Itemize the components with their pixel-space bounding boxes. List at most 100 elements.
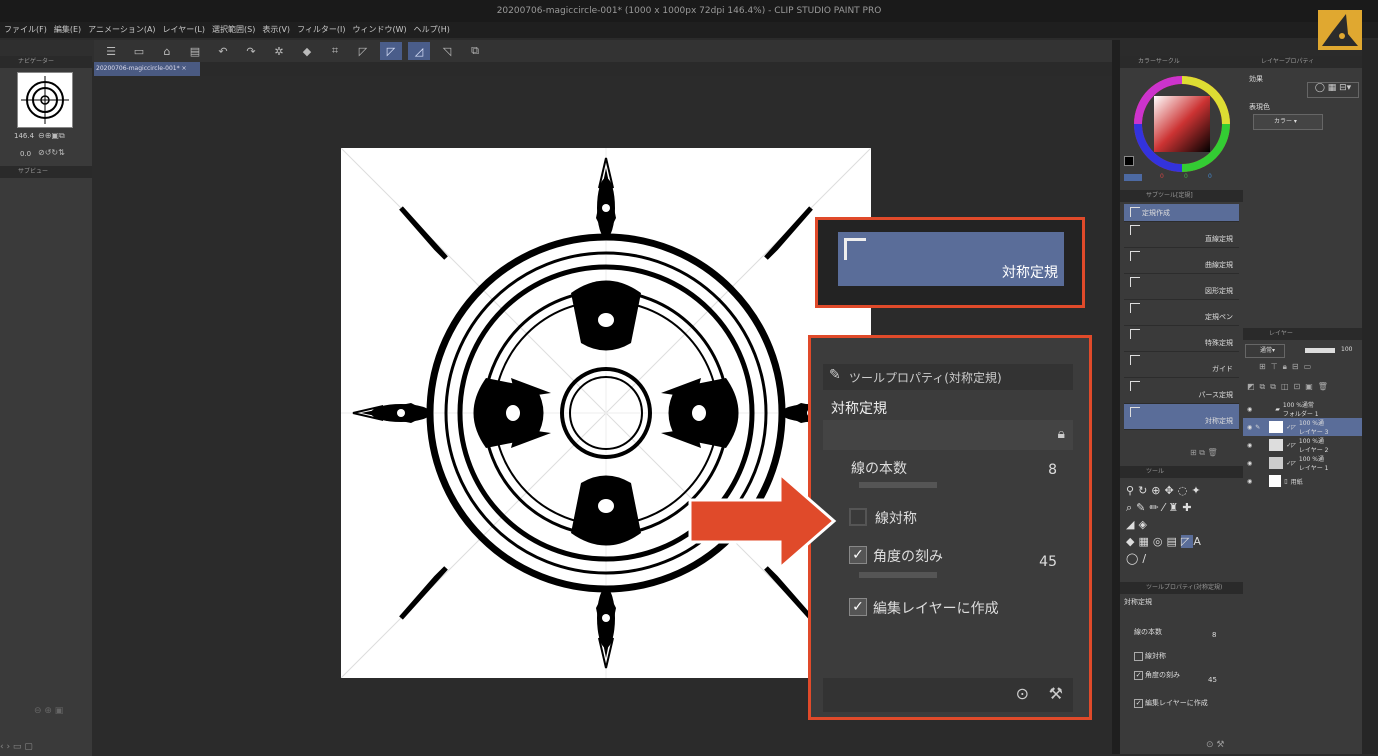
symmetry-ruler-item-zoomed[interactable]: 対称定規 bbox=[838, 232, 1064, 286]
subtool-item-guide[interactable]: ガイド bbox=[1124, 352, 1239, 378]
display-color-select[interactable]: カラー ▾ bbox=[1253, 114, 1323, 130]
menu-view[interactable]: 表示(V) bbox=[262, 22, 290, 38]
angle-step-checkbox[interactable]: ✓ bbox=[849, 546, 867, 564]
lock-icon[interactable]: 🔒︎ bbox=[1058, 426, 1065, 442]
pen-icon[interactable]: ✎ bbox=[1136, 501, 1149, 514]
subtool-item-create-ruler[interactable]: 定規作成 bbox=[1124, 204, 1239, 222]
menu-help[interactable]: ヘルプ(H) bbox=[414, 22, 450, 38]
correction-icon[interactable]: ∕ bbox=[1142, 552, 1150, 565]
menu-filter[interactable]: フィルター(I) bbox=[297, 22, 345, 38]
angle-step-value[interactable]: 45 bbox=[1039, 554, 1057, 570]
angle-step-row-small[interactable]: ✓ 角度の刻み bbox=[1134, 670, 1180, 680]
document-tab[interactable]: 20200706-magiccircle-001* × bbox=[94, 62, 200, 76]
eye-icon[interactable]: ◉ bbox=[1247, 442, 1252, 449]
eye-icon[interactable]: ◉ bbox=[1247, 406, 1252, 413]
fill-icon[interactable]: ◆ bbox=[296, 42, 318, 60]
open-icon[interactable]: ⌂ bbox=[156, 42, 178, 60]
menu-selection[interactable]: 選択範囲(S) bbox=[212, 22, 255, 38]
wand-tool-icon[interactable]: ✦ bbox=[1191, 484, 1204, 497]
opacity-value[interactable]: 100 bbox=[1341, 346, 1352, 353]
eyedropper-icon[interactable]: ⌕ bbox=[1126, 501, 1136, 514]
eye-icon[interactable]: ◉ bbox=[1247, 478, 1252, 485]
layer-actions-icons[interactable]: ◩⧉⧉◫⊡▣🗑︎ bbox=[1247, 382, 1333, 392]
undo-icon[interactable]: ↶ bbox=[212, 42, 234, 60]
menu-window[interactable]: ウィンドウ(W) bbox=[353, 22, 407, 38]
create-on-edit-layer-row-small[interactable]: ✓ 編集レイヤーに作成 bbox=[1134, 698, 1208, 708]
snap-grid-icon[interactable]: ◹ bbox=[436, 42, 458, 60]
eraser-icon[interactable]: ◢ bbox=[1126, 518, 1138, 531]
operation-tool-icon[interactable]: ⊕ bbox=[1151, 484, 1164, 497]
snap-ruler-icon[interactable]: ◸ bbox=[380, 42, 402, 60]
airbrush-icon[interactable]: ♜ bbox=[1168, 501, 1182, 514]
lines-count-slider[interactable] bbox=[859, 482, 937, 488]
create-on-edit-layer-checkbox-small[interactable]: ✓ bbox=[1134, 698, 1143, 708]
lines-count-value-small[interactable]: 8 bbox=[1212, 631, 1216, 639]
wrench-icon[interactable]: ⚒ bbox=[1049, 684, 1063, 703]
subtool-item-special-ruler[interactable]: 特殊定規 bbox=[1124, 326, 1239, 352]
decoration-icon[interactable]: ✚ bbox=[1182, 501, 1195, 514]
ruler-toggle-icon[interactable]: ⧉ bbox=[464, 42, 486, 60]
ruler-snap-icon[interactable]: ◸ bbox=[352, 42, 374, 60]
layer-toolbar-icons[interactable]: ⊞⊤🔒︎⊟▭ bbox=[1259, 362, 1316, 372]
tool-palette[interactable]: ⚲↻⊕✥◌✦ ⌕✎✏⁄♜✚ ◢◈ ◆▦◎▤◸A ◯∕ bbox=[1126, 482, 1240, 567]
right-splitter[interactable] bbox=[1112, 40, 1120, 754]
blend-icon[interactable]: ◈ bbox=[1138, 518, 1150, 531]
menu-layer[interactable]: レイヤー(L) bbox=[163, 22, 205, 38]
snap-special-ruler-icon[interactable]: ◿ bbox=[408, 42, 430, 60]
pencil-icon[interactable]: ✏ bbox=[1149, 501, 1162, 514]
effect-icons[interactable]: ◯ ▦ ⊟▾ bbox=[1307, 82, 1359, 98]
move-tool-icon[interactable]: ✥ bbox=[1165, 484, 1178, 497]
line-symmetry-checkbox[interactable] bbox=[849, 508, 867, 526]
fill-tool-icon[interactable]: ◆ bbox=[1126, 535, 1138, 548]
subtool-item-ruler-pen[interactable]: 定規ペン bbox=[1124, 300, 1239, 326]
blend-mode-select[interactable]: 通常▾ bbox=[1245, 344, 1285, 358]
menu-icon[interactable]: ☰ bbox=[100, 42, 122, 60]
subtool-footer-icons[interactable]: ⊞ ⧉ 🗑︎ bbox=[1190, 448, 1218, 458]
gear-icon[interactable]: ✲ bbox=[268, 42, 290, 60]
zoom-tool-icon[interactable]: ⚲ bbox=[1126, 484, 1138, 497]
tool-property-footer-icons[interactable]: ⊙ ⚒ bbox=[1206, 740, 1224, 750]
subtool-item-symmetry-ruler[interactable]: 対称定規 bbox=[1124, 404, 1239, 430]
opacity-slider[interactable] bbox=[1305, 348, 1335, 353]
figure-icon[interactable]: ◎ bbox=[1153, 535, 1167, 548]
menu-file[interactable]: ファイル(F) bbox=[4, 22, 47, 38]
angle-step-checkbox-small[interactable]: ✓ bbox=[1134, 670, 1143, 680]
line-symmetry-checkbox-small[interactable] bbox=[1134, 651, 1143, 661]
subview-controls-icon[interactable]: ⊖ ⊕ ▣ bbox=[34, 706, 63, 716]
create-on-edit-layer-row[interactable]: ✓ 編集レイヤーに作成 bbox=[831, 596, 1061, 624]
menu-edit[interactable]: 編集(E) bbox=[54, 22, 81, 38]
transform-icon[interactable]: ⌗ bbox=[324, 42, 346, 60]
subtool-item-curve-ruler[interactable]: 曲線定規 bbox=[1124, 248, 1239, 274]
angle-step-slider[interactable] bbox=[859, 572, 937, 578]
main-color-swatch[interactable] bbox=[1124, 156, 1134, 166]
subview-nav-icon[interactable]: ‹ › ▭ ▢ bbox=[0, 742, 33, 752]
rotate-controls-icon[interactable]: ⊘↺↻⇅ bbox=[38, 148, 65, 157]
angle-step-row[interactable]: ✓ 角度の刻み 45 bbox=[831, 546, 1061, 584]
reset-icon[interactable]: ⊙ bbox=[1016, 684, 1029, 703]
eye-icon[interactable]: ◉ bbox=[1247, 460, 1252, 467]
subtool-item-straight-ruler[interactable]: 直線定規 bbox=[1124, 222, 1239, 248]
balloon-icon[interactable]: ◯ bbox=[1126, 552, 1142, 565]
zoom-controls-icon[interactable]: ⊖⊕▣⧉ bbox=[38, 131, 65, 141]
eye-icon[interactable]: ◉ bbox=[1247, 424, 1252, 431]
save-icon[interactable]: ▤ bbox=[184, 42, 206, 60]
line-symmetry-row-small[interactable]: 線対称 bbox=[1134, 651, 1166, 661]
color-mode-toggle[interactable] bbox=[1124, 174, 1142, 181]
line-symmetry-row[interactable]: 線対称 bbox=[831, 506, 1061, 534]
ruler-tool-icon[interactable]: ◸ bbox=[1180, 535, 1194, 548]
hand-tool-icon[interactable]: ↻ bbox=[1138, 484, 1151, 497]
navigator-thumbnail[interactable] bbox=[17, 72, 73, 128]
layer-row-paper[interactable]: ◉ ▯ 用紙 bbox=[1243, 472, 1362, 490]
subtool-item-perspective-ruler[interactable]: パース定規 bbox=[1124, 378, 1239, 404]
redo-icon[interactable]: ↷ bbox=[240, 42, 262, 60]
lasso-tool-icon[interactable]: ◌ bbox=[1178, 484, 1192, 497]
text-tool-icon[interactable]: A bbox=[1193, 535, 1205, 548]
lines-count-value[interactable]: 8 bbox=[1048, 462, 1057, 478]
color-wheel[interactable] bbox=[1130, 72, 1234, 176]
angle-step-value-small[interactable]: 45 bbox=[1208, 676, 1217, 684]
lines-count-row[interactable]: 線の本数 8 bbox=[831, 458, 1061, 494]
layer-row-layer3[interactable]: ◉ ✎ ✓◸ 100 %通 レイヤー 3 bbox=[1243, 418, 1362, 436]
layer-row-folder[interactable]: ◉ ▰ 100 %通常 フォルダー 1 bbox=[1243, 400, 1362, 418]
layer-row-layer1[interactable]: ◉ ✓◸ 100 %通 レイヤー 1 bbox=[1243, 454, 1362, 472]
subtool-item-figure-ruler[interactable]: 図形定規 bbox=[1124, 274, 1239, 300]
